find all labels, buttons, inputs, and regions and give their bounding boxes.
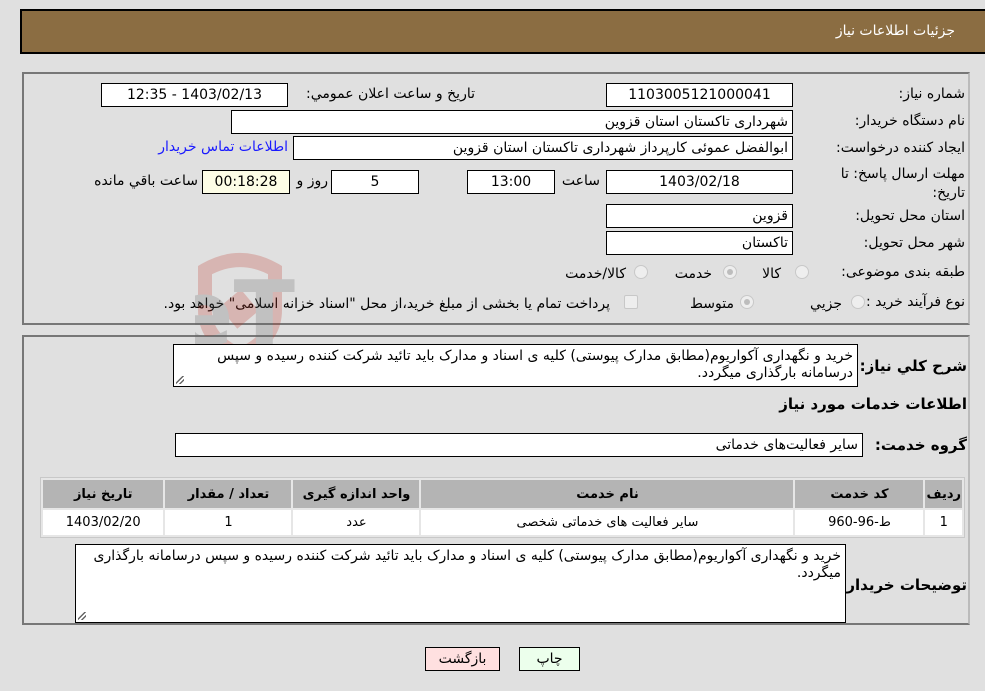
cell-unit: عدد [293,510,420,535]
remaining-time-field: 00:18:28 [202,170,290,194]
col-header-service-code: کد خدمت [795,480,924,508]
col-header-unit: واحد اندازه گيری [293,480,420,508]
page-title: جزئیات اطلاعات نیاز [835,23,955,39]
need-number-label: شماره نیاز: [898,86,966,102]
deadline-time-label: ساعت [561,173,600,189]
cell-quantity: 1 [165,510,292,535]
category-option-goods: کالا [762,266,781,282]
treasury-note: پرداخت تمام یا بخشی از مبلغ خرید،از محل … [163,296,610,312]
col-header-service-name: نام خدمت [421,480,794,508]
treasury-checkbox[interactable] [624,295,638,309]
buyer-notes-textarea[interactable]: خرید و نگهداری آکواریوم(مطابق مدارک پیوس… [75,544,846,623]
cell-service-name: سایر فعالیت های خدماتی شخصی [421,510,794,535]
page-header: جزئیات اطلاعات نیاز [20,9,985,54]
resize-grip-icon[interactable] [78,612,86,620]
services-section-title: اطلاعات خدمات مورد نياز [779,395,967,413]
days-label: روز و [296,173,329,189]
deadline-time-field: 13:00 [467,170,555,194]
category-label: طبقه بندی موضوعی: [841,264,965,280]
buyer-notes-label: توضيحات خريدار: [840,576,967,594]
remaining-label: ساعت باقي مانده [94,173,198,189]
category-radio-service[interactable] [723,265,737,279]
city-field: تاکستان [606,231,793,255]
service-group-field: سایر فعالیت‌های خدماتی [175,433,863,457]
general-desc-text: خرید و نگهداری آکواریوم(مطابق مدارک پیوس… [217,348,853,381]
print-button[interactable]: چاپ [519,647,580,671]
cell-row-number: 1 [925,510,962,535]
buyer-notes-text: خرید و نگهداری آکواریوم(مطابق مدارک پیوس… [93,548,841,581]
category-option-goods-service: کالا/خدمت [565,266,626,282]
process-option-minor: جزيي [810,296,842,312]
cell-service-code: ط-96-960 [795,510,924,535]
deadline-label: مهلت ارسال پاسخ: تا تاريخ: [840,166,965,201]
process-option-medium: متوسط [690,296,734,312]
creator-label: ايجاد کننده درخواست: [836,140,965,156]
col-header-quantity: تعداد / مقدار [165,480,292,508]
province-field: قزوين [606,204,793,228]
need-number-field: 1103005121000041 [606,83,793,107]
province-label: استان محل تحويل: [855,208,965,224]
cell-need-date: 1403/02/20 [43,510,164,535]
general-desc-textarea[interactable]: خرید و نگهداری آکواریوم(مطابق مدارک پیوس… [173,344,858,387]
city-label: شهر محل تحويل: [863,235,965,251]
buyer-contact-link[interactable]: اطلاعات تماس خريدار [158,139,288,155]
category-radio-goods-service[interactable] [634,265,648,279]
table-header-row: رديف کد خدمت نام خدمت واحد اندازه گيری ت… [43,480,962,508]
creator-field: ابوالفضل عموئی کارپرداز شهرداری تاکستان … [293,136,793,160]
category-radio-goods[interactable] [795,265,809,279]
services-table: رديف کد خدمت نام خدمت واحد اندازه گيری ت… [40,477,965,538]
process-radio-minor[interactable] [851,295,865,309]
resize-grip-icon[interactable] [176,376,184,384]
announce-label: تاريخ و ساعت اعلان عمومي: [306,86,475,102]
general-desc-label: شرح کلي نياز: [859,357,967,375]
table-row: 1 ط-96-960 سایر فعالیت های خدماتی شخصی ع… [43,510,962,535]
service-group-label: گروه خدمت: [874,436,967,454]
announce-field: 1403/02/13 - 12:35 [101,83,288,107]
days-field: 5 [331,170,419,194]
process-label: نوع فرآيند خريد : [866,294,965,310]
deadline-date-field: 1403/02/18 [606,170,793,194]
back-button[interactable]: بازگشت [425,647,500,671]
category-option-service: خدمت [674,266,712,282]
col-header-row-number: رديف [925,480,962,508]
process-radio-medium[interactable] [740,295,754,309]
col-header-need-date: تاريخ نياز [43,480,164,508]
buyer-org-field: شهرداری تاکستان استان قزوین [231,110,793,134]
buyer-org-label: نام دستگاه خريدار: [854,113,965,129]
